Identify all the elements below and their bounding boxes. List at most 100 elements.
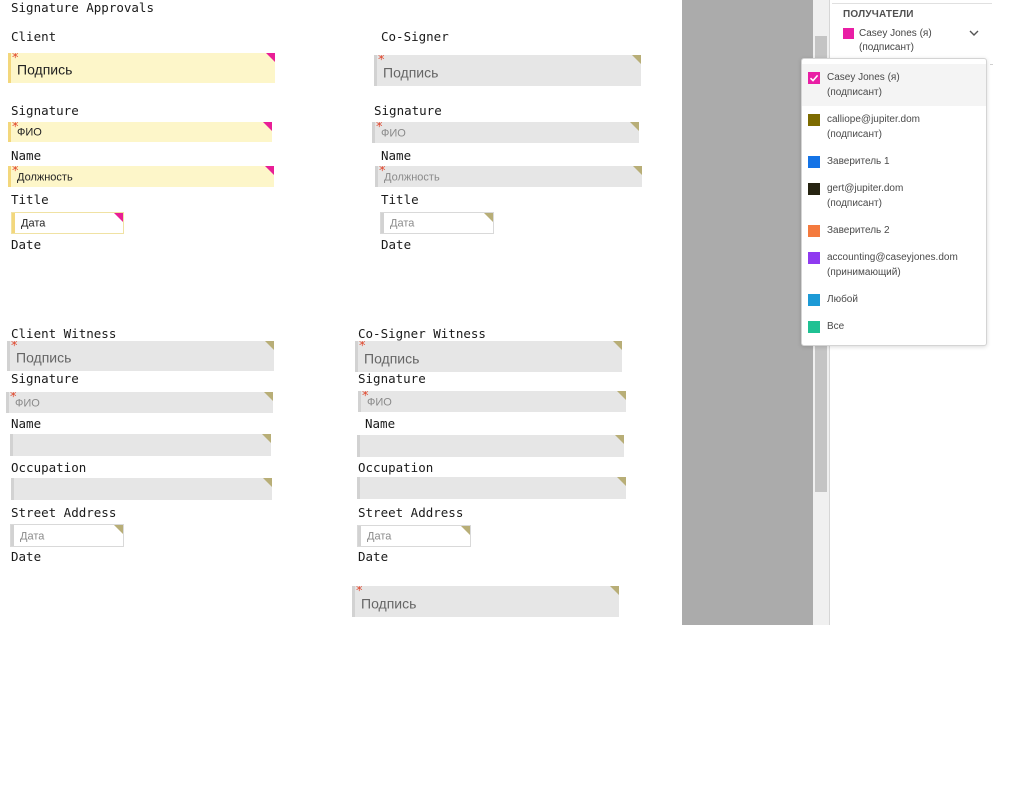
co-signer-date-label: Date (381, 237, 412, 252)
client-date-label: Date (11, 237, 42, 252)
client-witness-name-label: Name (11, 416, 42, 431)
client-witness-name-field[interactable]: * ФИО (6, 392, 273, 413)
field-placeholder: Подпись (383, 64, 439, 81)
recipient-option-name: Casey Jones (я) (827, 72, 900, 83)
client-witness-date-field[interactable]: Дата (10, 524, 124, 547)
co-signer-signature-field[interactable]: * Подпись (374, 55, 641, 86)
recipient-option-name: Заверитель 2 (827, 225, 890, 236)
client-name-label: Name (11, 148, 42, 163)
recipient-color-swatch (808, 183, 820, 195)
field-corner-marker-icon (114, 525, 123, 534)
field-corner-marker-icon (461, 526, 470, 535)
recipient-color-swatch (808, 321, 820, 333)
client-signature-label: Signature (11, 103, 79, 118)
client-heading: Client (11, 29, 57, 44)
co-signer-witness-date-field[interactable]: Дата (357, 525, 471, 547)
recipient-option[interactable]: Все (802, 313, 986, 340)
field-placeholder: Подпись (16, 349, 72, 366)
co-signer-signature-label: Signature (374, 103, 442, 118)
recipient-option[interactable]: accounting@caseyjones.dom (принимающий) (802, 244, 986, 286)
field-corner-marker-icon (613, 341, 622, 350)
chevron-down-icon[interactable] (967, 26, 981, 40)
co-signer-name-label: Name (381, 148, 412, 163)
field-corner-marker-icon (262, 434, 271, 443)
panel-divider (990, 64, 993, 65)
client-witness-date-label: Date (11, 549, 42, 564)
recipient-option-name: gert@jupiter.dom (827, 183, 904, 194)
co-signer-title-field[interactable]: * Должность (375, 166, 642, 187)
field-placeholder: Дата (20, 530, 45, 543)
client-title-label: Title (11, 192, 49, 207)
co-signer-witness-name-field[interactable]: * ФИО (358, 391, 626, 412)
field-placeholder: Должность (17, 171, 73, 184)
field-placeholder: Подпись (364, 350, 420, 367)
recipient-option-label: gert@jupiter.dom (подписант) (827, 181, 903, 211)
checkmark-icon (808, 72, 820, 84)
co-signer-witness-heading: Co-Signer Witness (358, 326, 486, 341)
client-witness-address-label: Street Address (11, 505, 117, 520)
client-witness-address-field[interactable] (11, 478, 272, 500)
co-signer-witness-name-label: Name (365, 416, 396, 431)
client-title-field[interactable]: * Должность (8, 166, 274, 187)
co-signer-date-field[interactable]: Дата (380, 212, 494, 234)
recipient-dropdown-menu: Casey Jones (я) (подписант) calliope@jupit… (801, 58, 987, 346)
recipient-color-swatch (808, 156, 820, 168)
recipient-option-label: Любой (827, 292, 858, 307)
co-signer-witness-signature-field[interactable]: * Подпись (355, 341, 622, 372)
recipient-option[interactable]: Заверитель 2 (802, 217, 986, 244)
recipient-option[interactable]: calliope@jupiter.dom (подписант) (802, 106, 986, 148)
field-corner-marker-icon (484, 213, 493, 222)
recipient-option-role: (принимающий) (827, 267, 901, 278)
co-signer-name-field[interactable]: * ФИО (372, 122, 639, 143)
field-placeholder: Дата (390, 217, 415, 230)
field-corner-marker-icon (263, 478, 272, 487)
additional-signature-field[interactable]: * Подпись (352, 586, 619, 617)
recipient-option-label: Заверитель 2 (827, 223, 890, 238)
recipient-color-swatch (808, 225, 820, 237)
recipient-option-label: Заверитель 1 (827, 154, 890, 169)
field-corner-marker-icon (617, 477, 626, 486)
co-signer-witness-occupation-label: Occupation (358, 460, 434, 475)
recipient-option-label: Casey Jones (я) (подписант) (827, 70, 900, 100)
field-corner-marker-icon (617, 391, 626, 400)
field-placeholder: Дата (21, 217, 46, 230)
client-witness-occupation-field[interactable] (10, 434, 271, 456)
client-witness-heading: Client Witness (11, 326, 117, 341)
recipient-option-name: Заверитель 1 (827, 156, 890, 167)
field-placeholder: ФИО (17, 126, 42, 139)
field-corner-marker-icon (265, 166, 274, 175)
field-corner-marker-icon (264, 392, 273, 401)
recipient-option[interactable]: Casey Jones (я) (подписант) (802, 64, 986, 106)
recipient-option[interactable]: Любой (802, 286, 986, 313)
field-placeholder: Подпись (17, 61, 73, 78)
recipient-option[interactable]: gert@jupiter.dom (подписант) (802, 175, 986, 217)
recipient-option-name: accounting@caseyjones.dom (827, 252, 958, 263)
co-signer-heading: Co-Signer (381, 29, 449, 44)
canvas-gutter (682, 0, 813, 625)
field-corner-marker-icon (630, 122, 639, 131)
client-signature-field[interactable]: * Подпись (8, 53, 275, 83)
field-corner-marker-icon (265, 341, 274, 350)
recipient-option-role: (подписант) (827, 129, 882, 140)
client-name-field[interactable]: * ФИО (8, 122, 272, 142)
client-date-field[interactable]: Дата (11, 212, 124, 234)
recipient-color-swatch (808, 114, 820, 126)
document-title: Signature Approvals (11, 0, 154, 15)
selected-recipient: Casey Jones (я) (подписант) (859, 27, 932, 55)
co-signer-witness-signature-label: Signature (358, 371, 426, 386)
co-signer-witness-address-field[interactable] (357, 477, 626, 499)
field-placeholder: ФИО (15, 397, 40, 410)
recipient-option-role: (подписант) (827, 87, 882, 98)
field-placeholder: ФИО (367, 396, 392, 409)
recipient-option-label: calliope@jupiter.dom (подписант) (827, 112, 920, 142)
recipient-option-name: Любой (827, 294, 858, 305)
field-corner-marker-icon (114, 213, 123, 222)
client-witness-signature-field[interactable]: * Подпись (7, 341, 274, 371)
field-placeholder: Подпись (361, 595, 417, 612)
field-corner-marker-icon (610, 586, 619, 595)
co-signer-witness-occupation-field[interactable] (357, 435, 624, 457)
recipients-title: ПОЛУЧАТЕЛИ (843, 9, 914, 20)
recipient-color-swatch (843, 28, 854, 39)
field-corner-marker-icon (633, 166, 642, 175)
recipient-option[interactable]: Заверитель 1 (802, 148, 986, 175)
